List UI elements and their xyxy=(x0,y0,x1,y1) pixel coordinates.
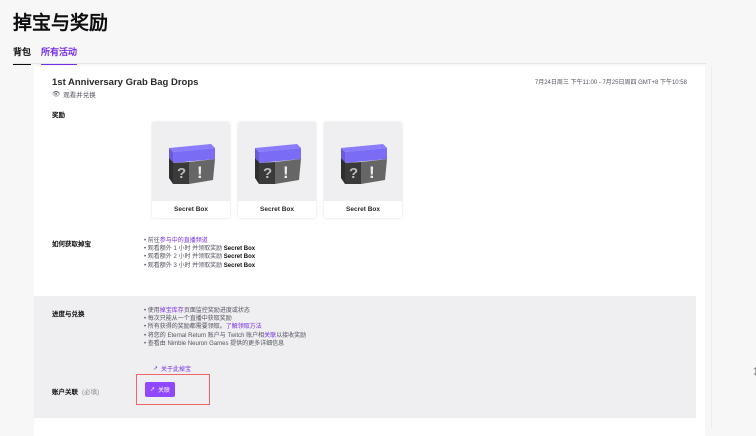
reward-card: ?! Secret Box xyxy=(238,122,316,218)
text: 所有获得的奖励都需要领取。 xyxy=(147,324,226,331)
tab-inventory[interactable]: 背包 xyxy=(13,45,32,65)
svg-text:?: ? xyxy=(263,165,272,182)
reward-name: Secret Box xyxy=(346,206,380,213)
rewards-label: 奖励 xyxy=(52,112,65,119)
eye-icon: 👁 xyxy=(52,91,61,98)
reward-name: Secret Box xyxy=(260,206,294,213)
account-label: 账户关联 xyxy=(52,389,78,396)
reward-name: Secret Box xyxy=(174,206,208,213)
connect-button[interactable]: ↗ 关联 xyxy=(145,382,176,397)
secret-box-image: ?! xyxy=(238,122,316,201)
external-link-icon: ↗ xyxy=(153,366,159,372)
learn-claim-link[interactable]: 了解领取方法 xyxy=(226,324,262,330)
svg-text:!: ! xyxy=(197,163,203,182)
svg-text:?: ? xyxy=(177,165,186,182)
participating-channels-link[interactable]: 参与中的直播频道 xyxy=(160,238,208,244)
text: 使用 xyxy=(147,308,160,314)
progress-label: 进度与兑换 xyxy=(52,311,85,318)
tab-all-campaigns[interactable]: 所有活动 xyxy=(41,45,78,65)
page-title: 掉宝与奖励 xyxy=(13,13,109,34)
svg-text:?: ? xyxy=(349,165,358,182)
campaign-card: 1st Anniversary Grab Bag Drops 👁 观看并兑换 7… xyxy=(34,66,705,436)
secret-box-image: ?! xyxy=(152,122,230,201)
text: 以接收奖励 xyxy=(276,332,307,339)
list-item: 前往参与中的直播频道 xyxy=(144,237,255,245)
watch-label: 观看并兑换 xyxy=(63,92,96,99)
drops-inventory-link[interactable]: 掉宝库存 xyxy=(160,308,184,314)
step-item: Secret Box xyxy=(223,246,256,253)
connect-highlight: ↗ 关联 xyxy=(136,374,210,405)
tab-divider xyxy=(13,63,706,64)
how-to-earn-list: 前往参与中的直播频道 观看额外 1 小时 并领取奖励 Secret Box 观看… xyxy=(144,237,255,270)
text: 将您的 Eternal Return 账户与 Twitch 账户相 xyxy=(147,332,265,339)
about-label: 关于此掉宝 xyxy=(161,367,192,373)
step-text: 观看额外 2 小时 并领取奖励 xyxy=(147,254,224,261)
connect-label: 关联 xyxy=(158,388,171,394)
progress-list: 使用掉宝库存页面监控奖励进度或状态 每次只能从一个直播中获取奖励 所有获得的奖励… xyxy=(144,307,306,348)
resize-cursor-icon: ↕ xyxy=(752,362,756,378)
list-item: 观看额外 3 小时 并领取奖励 Secret Box xyxy=(144,262,255,270)
step-item: Secret Box xyxy=(223,254,256,261)
list-item: 观看额外 1 小时 并领取奖励 Secret Box xyxy=(144,245,255,253)
account-connect-label: 账户关联 (必填) xyxy=(52,386,99,396)
external-link-icon: ↗ xyxy=(150,387,156,393)
progress-section: 进度与兑换 使用掉宝库存页面监控奖励进度或状态 每次只能从一个直播中获取奖励 所… xyxy=(34,296,696,418)
list-item: 所有获得的奖励都需要领取。了解领取方法 xyxy=(144,323,306,331)
required-label: (必填) xyxy=(82,389,100,396)
watch-and-redeem: 👁 观看并兑换 xyxy=(52,89,96,99)
list-item: 使用掉宝库存页面监控奖励进度或状态 xyxy=(144,307,306,315)
go-prefix: 前往 xyxy=(147,238,160,244)
list-item: 观看额外 2 小时 并领取奖励 Secret Box xyxy=(144,253,255,261)
list-item: 查看由 Nimble Neuron Games 提供的更多详细信息 xyxy=(144,340,306,348)
step-item: Secret Box xyxy=(223,262,256,269)
svg-text:!: ! xyxy=(283,163,289,182)
campaign-name: 1st Anniversary Grab Bag Drops xyxy=(52,77,199,88)
secret-box-image: ?! xyxy=(324,122,402,201)
side-panel xyxy=(711,66,756,428)
list-item: 每次只能从一个直播中获取奖励 xyxy=(144,315,306,323)
about-drop-link[interactable]: ↗ 关于此掉宝 xyxy=(153,364,191,373)
text: 页面监控奖励进度或状态 xyxy=(183,308,250,314)
step-text: 观看额外 3 小时 并领取奖励 xyxy=(147,262,224,269)
svg-text:!: ! xyxy=(369,163,375,182)
step-text: 观看额外 1 小时 并领取奖励 xyxy=(147,246,224,253)
campaign-date-range: 7月24日周三 下午11:00 - 7月25日周四 GMT+8 下午10:58 xyxy=(534,80,687,86)
reward-card: ?! Secret Box xyxy=(324,122,402,218)
how-to-earn-label: 如何获取掉宝 xyxy=(52,241,91,248)
reward-list: ?! Secret Box ?! Secret Box ?! Secret Box xyxy=(152,122,402,218)
connect-link[interactable]: 关联 xyxy=(264,333,276,339)
tab-bar: 背包 所有活动 xyxy=(13,45,78,65)
list-item: 将您的 Eternal Return 账户与 Twitch 账户相关联以接收奖励 xyxy=(144,332,306,340)
reward-card: ?! Secret Box xyxy=(152,122,230,218)
